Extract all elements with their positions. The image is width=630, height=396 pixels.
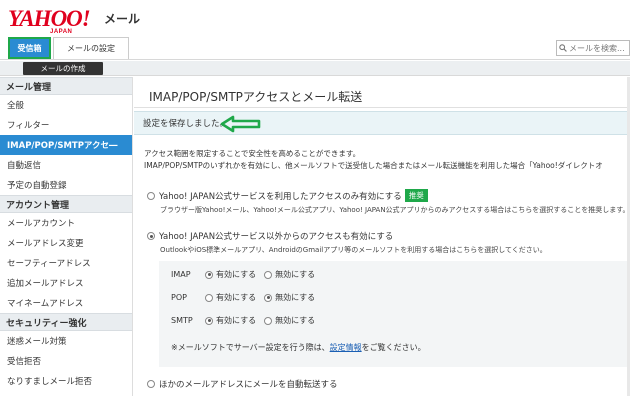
- protocol-name: IMAP: [171, 270, 191, 279]
- imap-enable-radio[interactable]: [205, 270, 213, 279]
- imap-disable-label: 無効にする: [275, 270, 316, 279]
- sidebar-item-block[interactable]: 受信拒否: [0, 351, 132, 371]
- protocol-settings: IMAP 有効にする 無効にする POP 有効にする 無効にする SMTP 有効…: [159, 261, 630, 367]
- smtp-enable-option[interactable]: 有効にする: [205, 315, 256, 326]
- sidebar-item-auto-reply[interactable]: 自動返信: [0, 155, 132, 175]
- description: アクセス範囲を限定することで安全性を高めることができます。 IMAP/POP/S…: [144, 148, 630, 172]
- protocol-row-imap: IMAP 有効にする 無効にする: [171, 269, 323, 280]
- yahoo-japan-logo[interactable]: YAHOO! JAPAN: [8, 6, 91, 35]
- settings-sidebar: メール管理 全般 フィルター IMAP/POP/SMTPアクセ― 自動返信 予定…: [0, 77, 133, 396]
- sidebar-item-mail-account[interactable]: メールアカウント: [0, 213, 132, 233]
- server-settings-note: ※メールソフトでサーバー設定を行う際は、設定情報をご覧ください。: [171, 342, 426, 353]
- option-auto-forward-label: ほかのメールアドレスにメールを自動転送する: [159, 380, 338, 390]
- imap-enable-option[interactable]: 有効にする: [205, 269, 256, 280]
- tab-mail-settings[interactable]: メールの設定: [53, 37, 129, 59]
- option-allow-external[interactable]: Yahoo! JAPAN公式サービス以外からのアクセスも有効にする: [147, 230, 393, 242]
- page-title: IMAP/POP/SMTPアクセスとメール転送: [149, 90, 363, 104]
- compose-button[interactable]: メールの作成: [23, 62, 103, 75]
- search-box[interactable]: [556, 40, 630, 56]
- pop-disable-radio[interactable]: [264, 293, 273, 302]
- smtp-enable-label: 有効にする: [216, 316, 257, 325]
- sidebar-item-imap-pop-smtp[interactable]: IMAP/POP/SMTPアクセ―: [0, 135, 132, 155]
- pop-enable-option[interactable]: 有効にする: [205, 292, 256, 303]
- smtp-disable-label: 無効にする: [275, 316, 316, 325]
- sidebar-section-security: セキュリティー強化: [0, 313, 132, 331]
- settings-main: IMAP/POP/SMTPアクセスとメール転送 設定を保存しました。 アクセス範…: [134, 77, 630, 396]
- header-tabs: 受信箱 メールの設定: [8, 37, 129, 59]
- server-settings-note-prefix: ※メールソフトでサーバー設定を行う際は、: [171, 343, 330, 352]
- smtp-disable-option[interactable]: 無効にする: [264, 315, 315, 326]
- sidebar-item-filter[interactable]: フィルター: [0, 115, 132, 135]
- option-auto-forward[interactable]: ほかのメールアドレスにメールを自動転送する: [147, 378, 338, 390]
- logo-subtitle: JAPAN: [50, 29, 73, 35]
- smtp-disable-radio[interactable]: [264, 316, 273, 325]
- pop-enable-label: 有効にする: [216, 293, 257, 302]
- sidebar-item-auto-schedule[interactable]: 予定の自動登録: [0, 175, 132, 195]
- description-line-2: IMAP/POP/SMTPのいずれかを有効にし、他メールソフトで送受信した場合ま…: [144, 161, 603, 170]
- sidebar-item-additional-address[interactable]: 追加メールアドレス: [0, 273, 132, 293]
- sidebar-section-account-management: アカウント管理: [0, 195, 132, 213]
- save-notice: 設定を保存しました。: [134, 111, 630, 135]
- sidebar-item-spam[interactable]: 迷惑メール対策: [0, 331, 132, 351]
- option-official-only-note: ブラウザー版Yahoo!メール、Yahoo!メール公式アプリ、Yahoo! JA…: [160, 206, 630, 214]
- description-line-1: アクセス範囲を限定することで安全性を高めることができます。: [144, 149, 361, 158]
- server-settings-note-suffix: をご覧ください。: [361, 343, 426, 352]
- arrow-left-icon: [220, 115, 261, 133]
- sidebar-section-mail-management: メール管理: [0, 77, 132, 95]
- service-name: メール: [104, 12, 141, 26]
- option-official-only[interactable]: Yahoo! JAPAN公式サービスを利用したアクセスのみ有効にする 推奨: [147, 189, 428, 202]
- search-input[interactable]: [569, 43, 629, 53]
- title-divider: [134, 107, 630, 108]
- compose-bar: メールの作成: [0, 61, 630, 76]
- sidebar-item-spoofing[interactable]: なりすましメール拒否: [0, 371, 132, 391]
- settings-info-link[interactable]: 設定情報: [330, 343, 362, 352]
- protocol-row-pop: POP 有効にする 無効にする: [171, 292, 323, 303]
- protocol-name: SMTP: [171, 316, 193, 325]
- pop-enable-radio[interactable]: [205, 293, 213, 302]
- recommended-badge: 推奨: [404, 189, 428, 202]
- radio-auto-forward[interactable]: [147, 380, 155, 388]
- sidebar-item-myname-address[interactable]: マイネームアドレス: [0, 293, 132, 313]
- imap-disable-option[interactable]: 無効にする: [264, 269, 315, 280]
- logo-wordmark: YAHOO!: [8, 6, 91, 31]
- smtp-enable-radio[interactable]: [205, 316, 213, 325]
- sidebar-item-general[interactable]: 全般: [0, 95, 132, 115]
- sidebar-item-address-change[interactable]: メールアドレス変更: [0, 233, 132, 253]
- radio-official-only[interactable]: [147, 191, 155, 200]
- save-notice-text: 設定を保存しました。: [143, 119, 229, 129]
- imap-enable-label: 有効にする: [216, 270, 257, 279]
- sidebar-item-safety-address[interactable]: セーフティーアドレス: [0, 253, 132, 273]
- pop-disable-option[interactable]: 無効にする: [264, 292, 315, 303]
- option-allow-external-label: Yahoo! JAPAN公式サービス以外からのアクセスも有効にする: [159, 232, 394, 242]
- radio-allow-external[interactable]: [147, 232, 155, 240]
- imap-disable-radio[interactable]: [264, 270, 273, 279]
- app-header: YAHOO! JAPAN メール 受信箱 メールの設定: [0, 0, 630, 60]
- tab-inbox[interactable]: 受信箱: [8, 37, 51, 59]
- protocol-name: POP: [171, 293, 187, 302]
- protocol-row-smtp: SMTP 有効にする 無効にする: [171, 315, 323, 326]
- pop-disable-label: 無効にする: [275, 293, 316, 302]
- search-icon: [559, 44, 567, 52]
- option-official-only-label: Yahoo! JAPAN公式サービスを利用したアクセスのみ有効にする: [159, 191, 402, 202]
- option-allow-external-note: OutlookやiOS標準メールアプリ、AndroidのGmailアプリ等のメー…: [160, 246, 547, 254]
